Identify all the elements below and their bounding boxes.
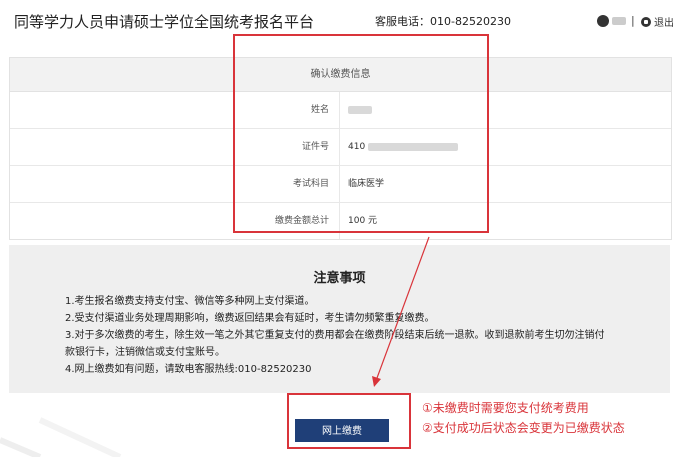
notice-item: 1.考生报名缴费支持支付宝、微信等多种网上支付渠道。	[65, 296, 315, 307]
annotation-line-2: ②支付成功后状态会变更为已缴费状态	[422, 421, 625, 435]
notice-title: 注意事项	[313, 271, 366, 286]
annotation-line-1: ①未缴费时需要您支付统考费用	[422, 401, 589, 415]
logout-label: 退出	[654, 18, 674, 29]
logout-button[interactable]: 退出	[641, 14, 674, 29]
decorative-lines	[0, 417, 122, 457]
user-menu[interactable]	[597, 15, 626, 27]
online-pay-button[interactable]: 网上缴费	[295, 419, 389, 442]
username-redacted	[612, 17, 626, 25]
notice-item: 款银行卡，注销微信或支付宝账号。	[65, 347, 225, 358]
hotline-text: 客服电话：010-82520230	[375, 15, 511, 28]
avatar-icon	[597, 15, 609, 27]
highlight-box-info	[233, 34, 489, 233]
notice-panel: 注意事项 1.考生报名缴费支持支付宝、微信等多种网上支付渠道。 2.受支付渠道业…	[9, 245, 670, 393]
notice-list: 1.考生报名缴费支持支付宝、微信等多种网上支付渠道。 2.受支付渠道业务处理周期…	[65, 293, 605, 378]
header-separator: |	[631, 14, 635, 27]
notice-item: 2.受支付渠道业务处理周期影响，缴费返回结果会有延时，考生请勿频繁重复缴费。	[65, 313, 435, 324]
notice-item: 4.网上缴费如有问题，请致电客服热线:010-82520230	[65, 364, 312, 375]
site-title: 同等学力人员申请硕士学位全国统考报名平台	[14, 13, 315, 31]
annotation-text: ①未缴费时需要您支付统考费用 ②支付成功后状态会变更为已缴费状态	[422, 398, 625, 438]
logout-icon	[641, 16, 651, 27]
notice-item: 3.对于多次缴费的考生，除生效一笔之外其它重复支付的费用都会在缴费阶段结束后统一…	[65, 330, 605, 341]
